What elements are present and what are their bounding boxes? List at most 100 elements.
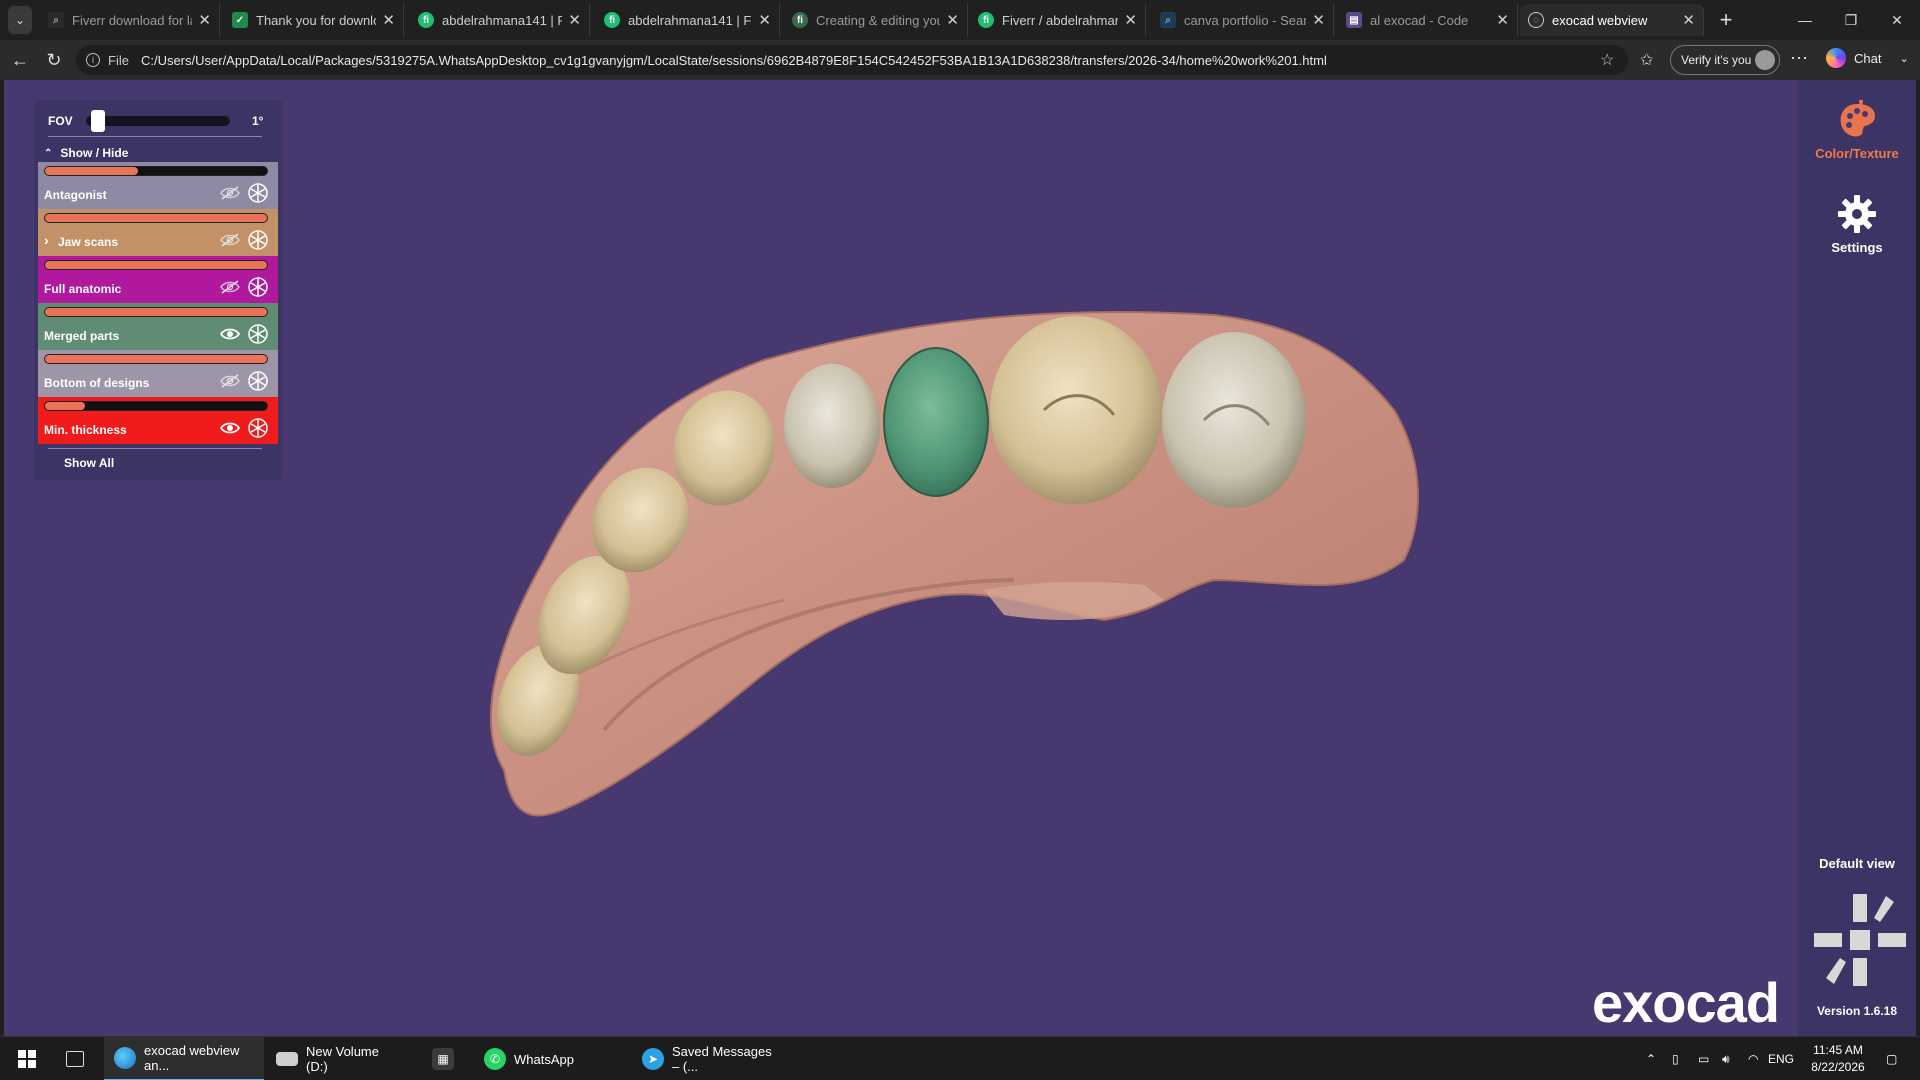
close-window-button[interactable]: ✕ [1874, 0, 1920, 40]
phone-link-icon[interactable]: ▯ [1672, 1037, 1679, 1080]
browser-tab[interactable]: ⌕ Fiverr download for lapt ✕ [40, 4, 220, 36]
layer-opacity-slider[interactable] [44, 213, 268, 223]
close-icon[interactable]: ✕ [1682, 11, 1695, 29]
task-view-button[interactable] [56, 1037, 96, 1080]
view-right[interactable] [1878, 933, 1906, 947]
snowflake-icon[interactable] [248, 418, 268, 438]
address-bar[interactable]: i File C:/Users/User/AppData/Local/Packa… [76, 45, 1628, 75]
show-all-button[interactable]: Show All [64, 456, 114, 470]
browser-tab[interactable]: fi Creating & editing your ✕ [784, 4, 968, 36]
layer-row[interactable]: Min. thickness [38, 397, 278, 444]
layer-opacity-slider[interactable] [44, 354, 268, 364]
view-bottom-left[interactable] [1826, 958, 1846, 984]
eye-icon[interactable] [219, 326, 241, 342]
view-front[interactable] [1850, 930, 1870, 950]
copilot-chat-button[interactable]: Chat ⌄ [1826, 48, 1909, 68]
close-icon[interactable]: ✕ [568, 11, 581, 29]
close-icon[interactable]: ✕ [758, 11, 771, 29]
favorite-star-icon[interactable]: ☆ [1600, 50, 1614, 70]
layer-row[interactable]: Bottom of designs [38, 350, 278, 397]
more-options-icon[interactable]: ⋯ [1790, 48, 1808, 69]
chevron-right-icon[interactable]: › [44, 232, 49, 248]
fiverr-icon: fi [978, 12, 994, 28]
browser-tab[interactable]: fi abdelrahmana141 | Fiver ✕ [596, 4, 780, 36]
snowflake-icon[interactable] [248, 277, 268, 297]
layer-opacity-slider[interactable] [44, 307, 268, 317]
close-icon[interactable]: ✕ [382, 11, 395, 29]
taskbar-app-edge[interactable]: exocad webview an... [104, 1037, 264, 1080]
show-hide-toggle[interactable]: ⌃ Show / Hide [44, 146, 128, 160]
eye-off-icon[interactable] [220, 185, 240, 201]
verify-profile-button[interactable]: Verify it's you [1670, 45, 1780, 75]
taskbar-app-video[interactable]: ▦ [422, 1037, 468, 1080]
close-icon[interactable]: ✕ [198, 11, 211, 29]
layer-opacity-fill [45, 214, 267, 222]
chevron-down-icon[interactable]: ⌄ [1899, 52, 1908, 65]
color-texture-button[interactable]: Color/Texture [1798, 98, 1916, 161]
back-arrow-icon[interactable]: ← [8, 48, 32, 72]
fov-slider-track[interactable] [86, 116, 230, 126]
eye-off-icon[interactable] [220, 232, 240, 248]
taskbar-app-explorer[interactable]: New Volume (D:) [266, 1037, 414, 1080]
show-hide-label: Show / Hide [60, 146, 129, 160]
fov-slider-thumb[interactable] [90, 110, 105, 132]
tab-title: canva portfolio - Search [1184, 12, 1307, 28]
view-left[interactable] [1814, 933, 1842, 947]
close-icon[interactable]: ✕ [1124, 11, 1137, 29]
layer-opacity-fill [45, 261, 267, 269]
windows-logo-icon [18, 1050, 36, 1068]
tab-actions-menu-button[interactable]: ⌄ [8, 6, 32, 34]
taskbar-app-whatsapp[interactable]: ✆ WhatsApp [474, 1037, 622, 1080]
eye-icon[interactable] [219, 420, 241, 436]
browser-tab[interactable]: fi Fiverr / abdelrahmana14 ✕ [970, 4, 1146, 36]
view-cube[interactable] [1810, 890, 1910, 990]
close-icon[interactable]: ✕ [946, 11, 959, 29]
snowflake-icon[interactable] [248, 371, 268, 391]
browser-tab[interactable]: ✓ Thank you for download ✕ [224, 4, 404, 36]
taskbar-app-telegram[interactable]: ➤ Saved Messages – (... [632, 1037, 782, 1080]
minimize-button[interactable]: — [1782, 0, 1828, 40]
layer-opacity-slider[interactable] [44, 260, 268, 270]
battery-icon[interactable]: ▭ [1698, 1037, 1709, 1080]
eye-off-icon[interactable] [220, 279, 240, 295]
reload-icon[interactable]: ↻ [42, 48, 66, 72]
notification-icon[interactable]: ▢ [1886, 1037, 1897, 1080]
browser-tab[interactable]: fi abdelrahmana141 | Fiver ✕ [410, 4, 590, 36]
layer-row[interactable]: Antagonist [38, 162, 278, 209]
snowflake-icon[interactable] [248, 324, 268, 344]
language-indicator[interactable]: ENG [1768, 1037, 1794, 1080]
url-text[interactable]: C:/Users/User/AppData/Local/Packages/531… [141, 53, 1327, 68]
system-clock[interactable]: 11:45 AM 8/22/2026 [1798, 1042, 1878, 1076]
info-icon[interactable]: i [86, 53, 100, 67]
layer-name: Bottom of designs [44, 376, 150, 390]
view-bottom[interactable] [1853, 958, 1867, 986]
start-button[interactable] [8, 1037, 48, 1080]
layer-row[interactable]: Full anatomic [38, 256, 278, 303]
settings-button[interactable]: Settings [1798, 192, 1916, 255]
layer-name: Min. thickness [44, 423, 127, 437]
snowflake-icon[interactable] [248, 183, 268, 203]
browser-tab-active[interactable]: ◌ exocad webview ✕ [1520, 4, 1704, 36]
view-top[interactable] [1853, 894, 1867, 922]
tray-overflow-icon[interactable]: ⌃ [1646, 1037, 1656, 1080]
favorites-icon[interactable]: ✩ [1640, 50, 1653, 70]
browser-tab[interactable]: ⌕ canva portfolio - Search ✕ [1152, 4, 1334, 36]
telegram-icon: ➤ [642, 1048, 664, 1070]
close-icon[interactable]: ✕ [1496, 11, 1509, 29]
exocad-viewport[interactable]: FOV 1° ⌃ Show / Hide Antagonist Jaw scans… [4, 80, 1916, 1036]
layer-opacity-slider[interactable] [44, 401, 268, 411]
browser-tab[interactable]: ▤ al exocad - Code ✕ [1338, 4, 1518, 36]
restore-button[interactable]: ❐ [1828, 0, 1874, 40]
layer-row[interactable]: Merged parts [38, 303, 278, 350]
fov-label: FOV [48, 114, 73, 128]
new-tab-button[interactable]: + [1712, 6, 1740, 34]
url-scheme: File [108, 52, 129, 68]
view-top-right[interactable] [1874, 896, 1894, 922]
wifi-icon[interactable]: ◠ [1748, 1037, 1758, 1080]
layer-row[interactable]: Jaw scans › [38, 209, 278, 256]
eye-off-icon[interactable] [220, 373, 240, 389]
volume-icon[interactable]: 🔊︎ [1722, 1037, 1730, 1080]
snowflake-icon[interactable] [248, 230, 268, 250]
close-icon[interactable]: ✕ [1312, 11, 1325, 29]
layer-opacity-slider[interactable] [44, 166, 268, 176]
